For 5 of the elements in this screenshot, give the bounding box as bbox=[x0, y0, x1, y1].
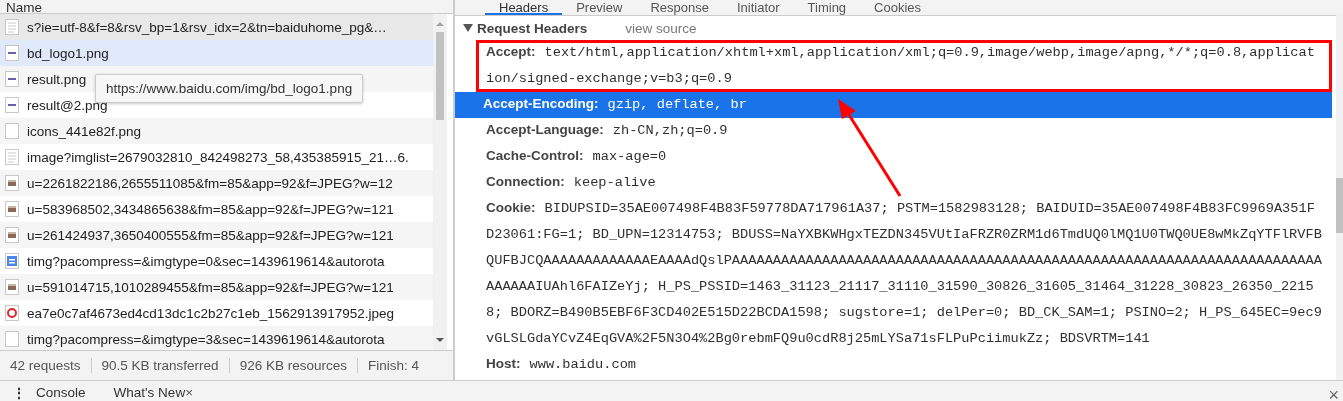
summary-text: 90.5 KB transferred bbox=[91, 358, 230, 373]
summary-text: 926 KB resources bbox=[229, 358, 358, 373]
summary-text: Finish: 4 bbox=[366, 358, 420, 373]
tooltip: https://www.baidu.com/img/bd_logo1.png bbox=[95, 74, 364, 103]
summary-text: 42 requests bbox=[10, 358, 92, 373]
